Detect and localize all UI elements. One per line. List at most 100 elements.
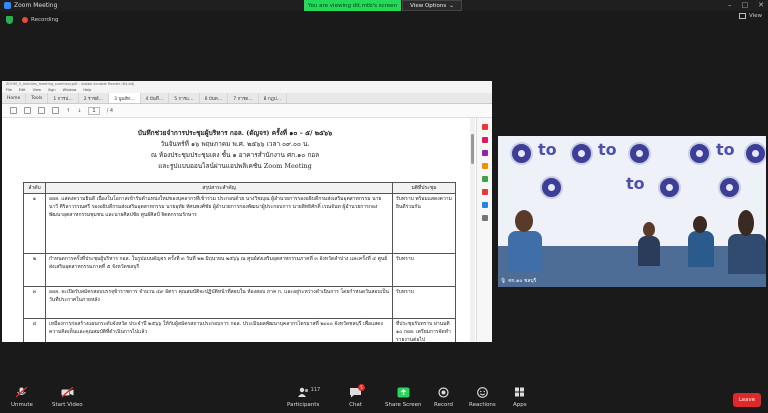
row-resolution: รับทราบ: [392, 286, 456, 319]
backdrop-brand-logo: to: [538, 140, 557, 159]
unmute-button[interactable]: Unmute: [11, 387, 33, 408]
recording-label: Recording: [31, 17, 59, 23]
page-number-input[interactable]: 1: [88, 106, 100, 115]
fill-sign-icon[interactable]: [481, 202, 488, 208]
participant-figure: [688, 231, 714, 267]
backdrop-seal-logo: [744, 142, 766, 165]
video-off-icon: [61, 387, 74, 398]
backdrop-brand-logo: to: [626, 174, 645, 193]
start-video-button[interactable]: Start Video: [52, 387, 83, 408]
chat-icon: 5: [349, 384, 365, 398]
backdrop-brand-logo: to: [716, 140, 735, 159]
backdrop-seal-logo: [570, 142, 593, 165]
table-row: ๑ ออล. แสดงความยินดี เนื่องในโอกาสเข้ารั…: [23, 193, 456, 254]
participants-button[interactable]: 117 Participants: [287, 387, 320, 408]
page-down-icon[interactable]: ↓: [77, 108, 81, 114]
leave-button[interactable]: Leave: [733, 393, 761, 407]
backdrop-seal-logo: [688, 142, 711, 165]
reactions-button[interactable]: Reactions: [469, 387, 496, 408]
export-pdf-icon[interactable]: [481, 124, 488, 130]
zoom-app-icon: [4, 2, 11, 9]
meeting-info-bar: Recording: [0, 13, 768, 27]
share-screen-label: Share Screen: [385, 402, 422, 408]
participants-count: 117: [310, 387, 321, 393]
save-icon[interactable]: [10, 107, 17, 114]
email-icon[interactable]: [38, 107, 45, 114]
chat-button[interactable]: 5 Chat: [349, 384, 365, 408]
table-header-row: ลำดับ สรุปสาระสำคัญ มติที่ประชุม: [23, 182, 456, 194]
maximize-icon[interactable]: □: [742, 1, 749, 9]
view-options-label: View Options: [410, 2, 447, 9]
tab-doc-2[interactable]: 2 ราชย์…: [79, 93, 110, 103]
pdf-page: บันทึกช่วยจำการประชุมผู้บริหาร กอล. (ดัญ…: [2, 118, 468, 342]
row-summary: ออล. จะเปิดรับสมัครสอบบรรจุข้าราชการ จำน…: [45, 286, 393, 319]
scroll-thumb[interactable]: [471, 134, 474, 164]
tab-doc-4[interactable]: 4 บันทึ…: [141, 93, 170, 103]
pdf-tab-bar: Home Tools 1 การป… 2 ราชย์… 3 บูมส์ท… 4 …: [2, 93, 492, 104]
minutes-heading-3: ณ ห้องประชุมประชุมเดง ชั้น ๑ อาคารสำนักง…: [150, 151, 320, 159]
minutes-heading-2: วันจันทร์ที่ ๑๖ พฤษภาคม พ.ศ. ๒๕๖๖ เวลา ๐…: [160, 140, 310, 148]
backdrop-seal-logo: [540, 176, 563, 199]
window-title: Zoom Meeting: [14, 2, 58, 9]
combine-files-icon[interactable]: [481, 176, 488, 182]
comment-icon[interactable]: [481, 163, 488, 169]
record-label: Record: [434, 402, 454, 408]
backdrop-seal-logo: [628, 142, 651, 165]
tab-home[interactable]: Home: [2, 93, 27, 103]
shared-pdf-window: ZOOM_5_minutes_meeting_summary.pdf - Ado…: [2, 81, 492, 342]
participant-head: [643, 222, 655, 237]
pdf-scrollbar[interactable]: [470, 118, 475, 342]
row-resolution: รับทราบ: [392, 253, 456, 287]
share-screen-button[interactable]: Share Screen: [385, 387, 422, 408]
apps-button[interactable]: Apps: [513, 387, 527, 408]
page-up-icon[interactable]: ↑: [66, 108, 70, 114]
minutes-heading-1: บันทึกช่วยจำการประชุมผู้บริหาร กอล. (ดัญ…: [137, 129, 333, 137]
tab-doc-6[interactable]: 6 บันท…: [200, 93, 229, 103]
participant-video[interactable]: to to to to: [498, 136, 766, 287]
security-shield-icon[interactable]: [6, 16, 13, 24]
create-pdf-icon[interactable]: [481, 150, 488, 156]
tab-tools[interactable]: Tools: [26, 93, 49, 103]
pdf-tools-pane: [476, 118, 492, 342]
row-summary: เหมืองการก่อสร้างแผนกระดับจังหวัด ประจำป…: [45, 318, 393, 342]
row-summary: กำหนดการครั้งที่ประชุมผู้บริหาร กอล. ในร…: [45, 253, 393, 287]
backdrop-seal-logo: [658, 176, 681, 199]
share-screen-icon: [397, 387, 410, 398]
chat-label: Chat: [349, 402, 362, 408]
row-resolution: ที่ประชุมรับทราบ ผ่านมติ ๑๐ กอล. เตรียมก…: [392, 318, 456, 342]
microphone-muted-icon: [16, 387, 28, 398]
participant-head: [515, 210, 533, 232]
viewing-screen-banner: You are viewing dit.mtb's screen: [304, 0, 401, 11]
tab-doc-7[interactable]: 7 การด…: [228, 93, 259, 103]
organize-pages-icon[interactable]: [481, 189, 488, 195]
tab-doc-3[interactable]: 3 บูมส์ท…: [109, 93, 141, 103]
tab-doc-1[interactable]: 1 การป…: [48, 93, 79, 103]
participant-name: ศก.๑๐ ชลบุรี: [508, 278, 537, 284]
view-options-button[interactable]: View Options ⌄: [402, 0, 462, 11]
backdrop-seal-logo: [718, 176, 741, 199]
more-tools-icon[interactable]: [481, 215, 488, 221]
view-button[interactable]: View: [738, 13, 762, 19]
participant-head: [738, 210, 754, 236]
table-row: ๔ เหมืองการก่อสร้างแผนกระดับจังหวัด ประจ…: [23, 318, 456, 342]
window-controls: – □ ✕: [728, 1, 764, 9]
participant-head: [693, 216, 707, 233]
edit-pdf-icon[interactable]: [481, 137, 488, 143]
grid-view-icon: [738, 13, 746, 19]
minimize-icon[interactable]: –: [728, 1, 732, 9]
recording-icon: [22, 17, 28, 23]
participants-label: Participants: [287, 402, 320, 408]
print-icon[interactable]: [24, 107, 31, 114]
page-total: / 4: [106, 107, 114, 114]
participant-figure: [638, 236, 660, 266]
row-resolution: รับทราบ พร้อมแสดงความยินดีร่วมกัน: [392, 193, 456, 254]
tab-doc-8[interactable]: 8 กฎป…: [259, 93, 288, 103]
tab-doc-5[interactable]: 5 การแ…: [169, 93, 200, 103]
participant-name-tag: 🎙 ศก.๑๐ ชลบุรี: [500, 277, 536, 285]
close-icon[interactable]: ✕: [758, 1, 764, 9]
participants-icon: 117: [297, 387, 320, 398]
record-button[interactable]: Record: [434, 387, 453, 408]
pdf-toolbar: ↑ ↓ 1 / 4: [2, 104, 492, 118]
search-icon[interactable]: [52, 107, 59, 114]
smiley-icon: [477, 387, 488, 398]
